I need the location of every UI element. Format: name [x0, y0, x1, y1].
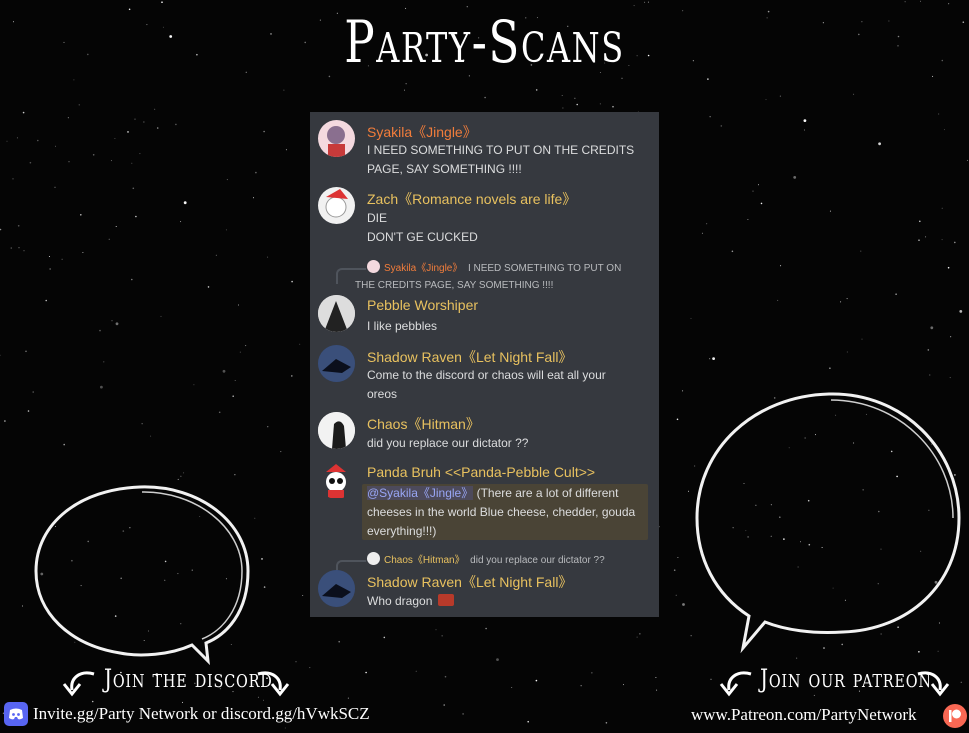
message-text: DIE DON'T GE CUCKED — [367, 209, 652, 247]
avatar — [318, 345, 355, 382]
message-line: I NEED SOMETHING TO PUT ON THE CREDITS — [367, 143, 635, 157]
speech-bubble-left — [34, 485, 250, 666]
message-line: I like pebbles — [367, 319, 438, 333]
user-mention[interactable]: @Syakila《Jingle》 — [367, 486, 474, 500]
message-line: cheeses in the world Blue cheese, chedde… — [367, 505, 636, 519]
reply-username: Syakila《Jingle》 — [384, 263, 463, 274]
username[interactable]: Shadow Raven《Let Night Fall》 — [367, 572, 572, 592]
mini-avatar — [367, 260, 380, 273]
dragon-emoji-icon — [437, 594, 454, 606]
patreon-icon[interactable] — [943, 704, 967, 728]
message-line: oreos — [367, 387, 398, 401]
page-title: Party-Scans — [344, 8, 625, 76]
username[interactable]: Syakila《Jingle》 — [367, 122, 477, 142]
avatar — [318, 570, 355, 607]
message-text: I NEED SOMETHING TO PUT ON THE CREDITS P… — [367, 141, 652, 179]
message-line: PAGE, SAY SOMETHING !!!! — [367, 162, 522, 176]
avatar — [318, 295, 355, 332]
message-line: Who dragon — [367, 594, 433, 608]
curly-arrow-icon — [257, 671, 290, 697]
message-line: did you replace our dictator ?? — [367, 436, 529, 450]
chat-screenshot: Syakila《Jingle》 I NEED SOMETHING TO PUT … — [310, 112, 659, 617]
message-line: Come to the discord or chaos will eat al… — [367, 368, 606, 382]
message-line: DIE — [367, 211, 388, 225]
patreon-cta: Join our patreon — [760, 664, 932, 693]
mini-avatar — [367, 552, 380, 565]
curly-arrow-icon — [917, 671, 950, 697]
reply-text: THE CREDITS PAGE, SAY SOMETHING !!!! — [355, 280, 554, 291]
reply-preview[interactable]: Chaos《Hitman》 did you replace our dictat… — [367, 552, 657, 569]
message-text: I like pebbles — [367, 317, 652, 336]
reply-text: I NEED SOMETHING TO PUT ON — [467, 263, 622, 274]
username[interactable]: Zach《Romance novels are life》 — [367, 189, 576, 209]
username[interactable]: Pebble Worshiper — [367, 297, 478, 313]
discord-invite-link[interactable]: Invite.gg/Party Network or discord.gg/hV… — [33, 704, 370, 724]
avatar — [318, 412, 355, 449]
message-text: @Syakila《Jingle》 (There are a lot of dif… — [367, 484, 652, 541]
message-line: DON'T GE CUCKED — [367, 230, 478, 244]
username[interactable]: Shadow Raven《Let Night Fall》 — [367, 347, 572, 367]
avatar — [318, 462, 355, 499]
avatar — [318, 187, 355, 224]
avatar — [318, 120, 355, 157]
speech-bubble-right — [695, 392, 961, 654]
patreon-link[interactable]: www.Patreon.com/PartyNetwork — [691, 705, 917, 725]
reply-preview[interactable]: Syakila《Jingle》 I NEED SOMETHING TO PUT … — [355, 260, 657, 294]
username[interactable]: Panda Bruh <<Panda-Pebble Cult>> — [367, 464, 595, 480]
curly-arrow-icon — [719, 671, 752, 697]
message-text: Who dragon — [367, 592, 652, 611]
reply-text: did you replace our dictator ?? — [470, 555, 605, 566]
message-line: (There are a lot of different — [473, 486, 619, 500]
username[interactable]: Chaos《Hitman》 — [367, 414, 480, 434]
discord-icon[interactable] — [4, 702, 28, 726]
curly-arrow-icon — [62, 671, 95, 697]
discord-cta: Join the discord — [104, 664, 273, 693]
message-text: did you replace our dictator ?? — [367, 434, 652, 453]
message-line: everything!!!) — [367, 524, 437, 538]
reply-username: Chaos《Hitman》 — [384, 555, 465, 566]
message-text: Come to the discord or chaos will eat al… — [367, 366, 652, 404]
